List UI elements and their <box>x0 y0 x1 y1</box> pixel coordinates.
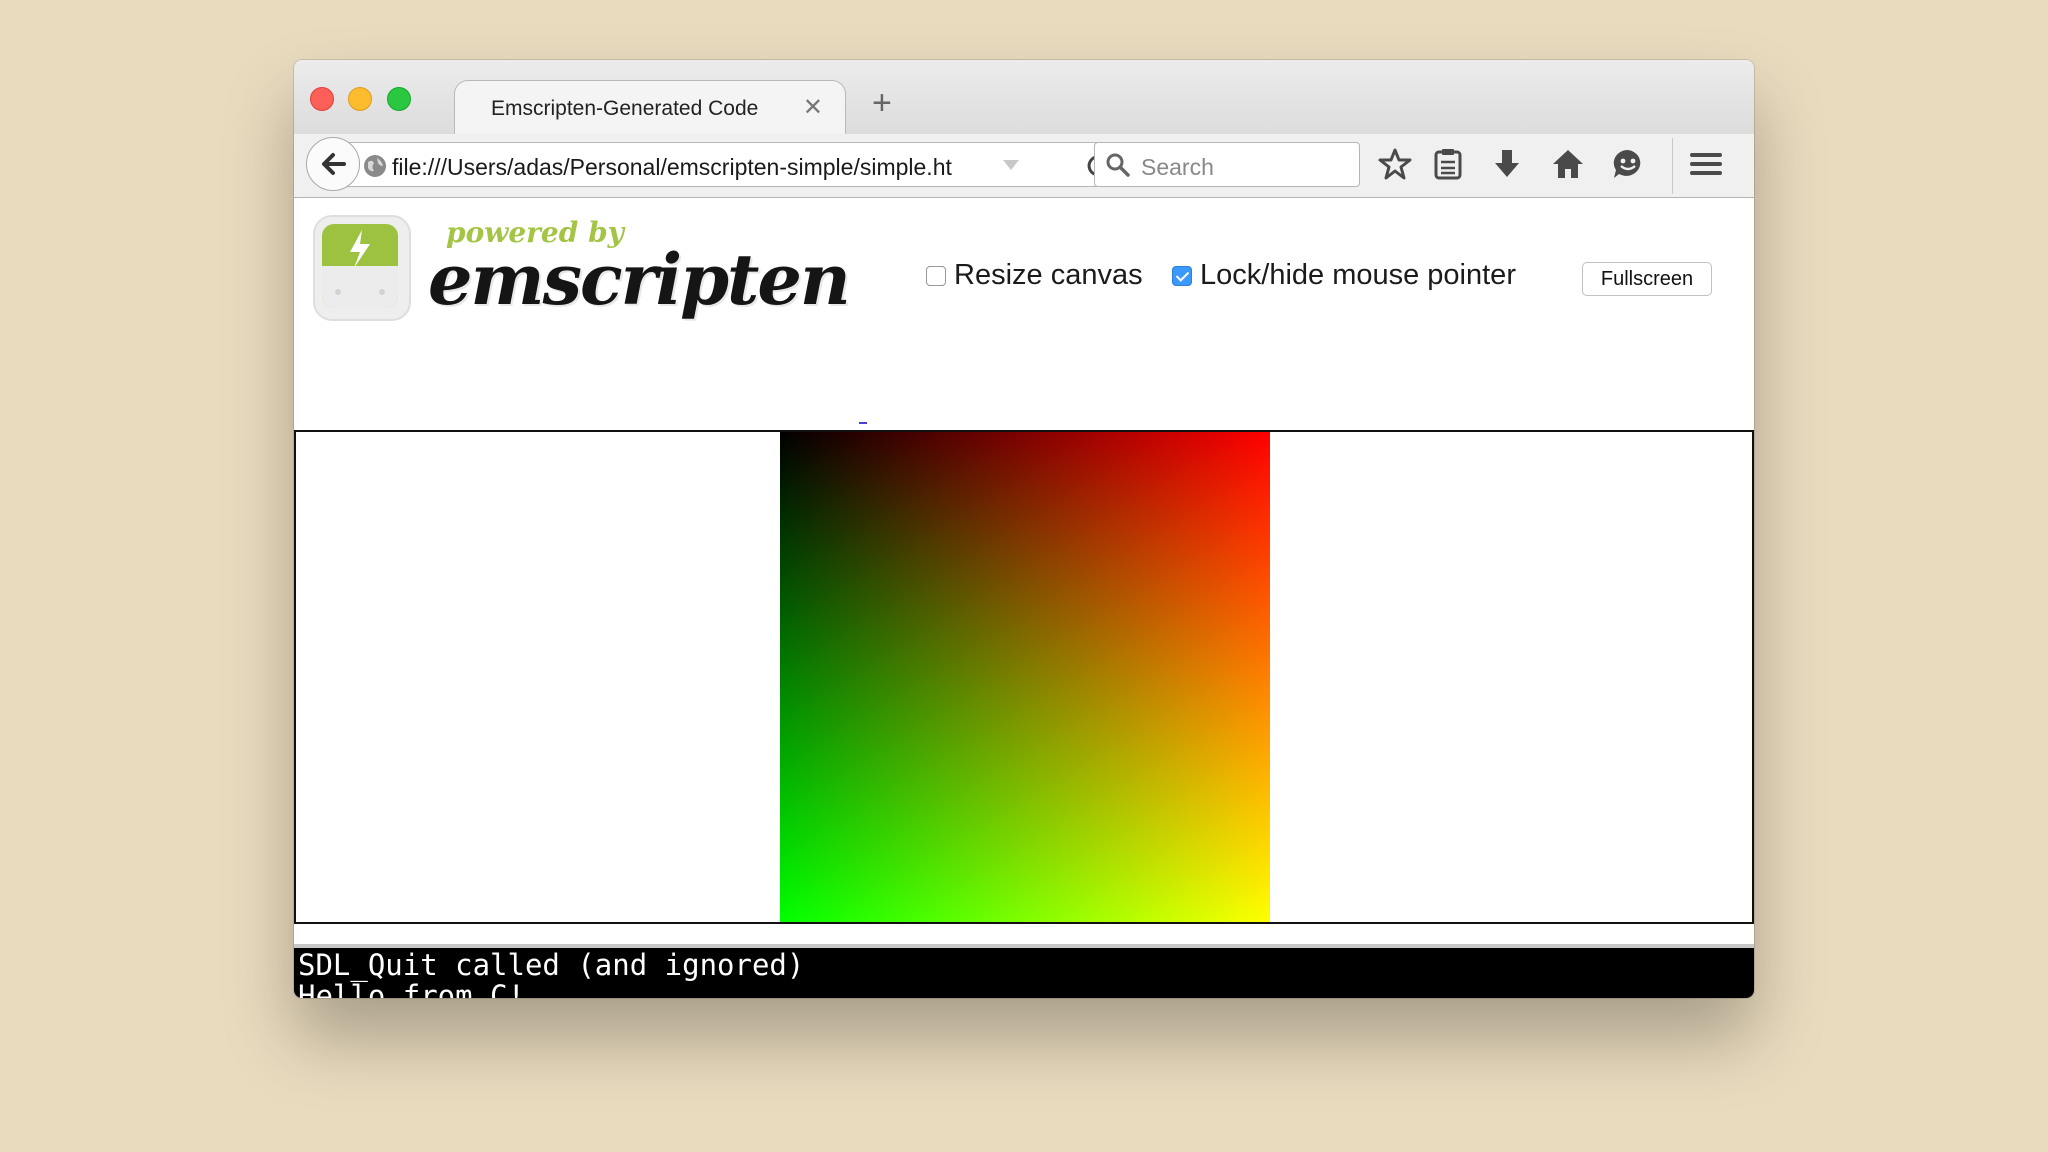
new-tab-icon[interactable]: + <box>872 86 892 120</box>
close-window-button[interactable] <box>310 87 334 111</box>
download-icon[interactable] <box>1489 146 1525 182</box>
console-line: SDL_Quit called (and ignored) <box>298 948 805 982</box>
resize-canvas-label: Resize canvas <box>954 259 1143 291</box>
history-dropdown-icon[interactable] <box>1000 153 1022 175</box>
lock-pointer-checkbox[interactable] <box>1172 265 1192 286</box>
tab-emscripten[interactable]: Emscripten-Generated Code ✕ <box>454 80 846 137</box>
resize-canvas-checkbox[interactable] <box>926 265 946 286</box>
url-text[interactable]: file:///Users/adas/Personal/emscripten-s… <box>392 154 992 181</box>
browser-window: Emscripten-Generated Code ✕ + file:///Us… <box>294 60 1754 998</box>
bookmark-star-icon[interactable] <box>1377 146 1413 182</box>
resize-canvas-control[interactable]: Resize canvas <box>926 259 1143 292</box>
emscripten-wordmark: emscripten <box>428 238 851 321</box>
tab-close-icon[interactable]: ✕ <box>803 93 823 122</box>
globe-icon <box>364 155 386 177</box>
navigation-bar: file:///Users/adas/Personal/emscripten-s… <box>294 134 1754 198</box>
progress-indicator <box>859 422 867 424</box>
lock-pointer-label: Lock/hide mouse pointer <box>1200 259 1516 291</box>
home-icon[interactable] <box>1550 146 1586 182</box>
console-output: SDL_Quit called (and ignored) Hello from… <box>294 944 1754 998</box>
emscripten-logo-icon <box>313 215 411 321</box>
minimize-window-button[interactable] <box>348 87 372 111</box>
canvas[interactable] <box>294 430 1754 924</box>
page-content: powered by emscripten Resize canvas Lock… <box>294 198 1754 998</box>
chat-icon[interactable] <box>1610 146 1646 182</box>
search-icon <box>1106 153 1130 177</box>
reading-list-icon[interactable] <box>1430 146 1466 182</box>
search-input[interactable]: Search <box>1141 154 1214 181</box>
maximize-window-button[interactable] <box>387 87 411 111</box>
title-bar: Emscripten-Generated Code ✕ + <box>294 60 1754 137</box>
gradient-render <box>780 432 1270 922</box>
hamburger-menu-icon[interactable] <box>1688 146 1724 182</box>
back-arrow-icon <box>322 153 346 175</box>
lock-pointer-control[interactable]: Lock/hide mouse pointer <box>1172 259 1516 292</box>
search-bar[interactable]: Search <box>1094 142 1360 187</box>
tab-title: Emscripten-Generated Code <box>491 97 759 120</box>
url-bar[interactable]: file:///Users/adas/Personal/emscripten-s… <box>344 142 1128 187</box>
toolbar-separator <box>1672 138 1673 194</box>
console-line: Hello from C! <box>298 979 525 999</box>
fullscreen-button[interactable]: Fullscreen <box>1582 262 1712 296</box>
back-button[interactable] <box>306 137 360 191</box>
